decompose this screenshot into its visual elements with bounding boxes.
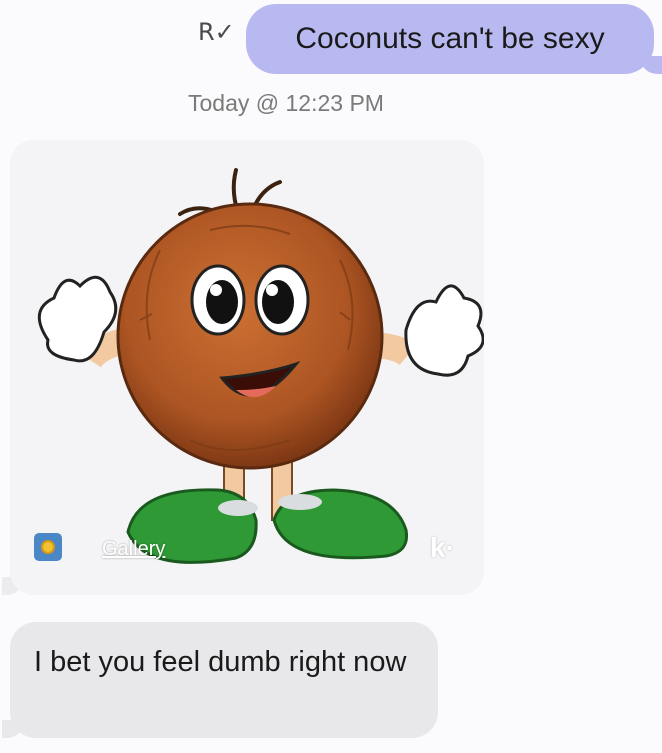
message-timestamp: Today @ 12:23 PM [188,90,384,116]
sent-message-bubble[interactable]: Coconuts can't be sexy [246,4,662,74]
gallery-sunflower-icon[interactable] [34,533,62,561]
sunflower-center [41,540,55,554]
received-message-text: I bet you feel dumb right now [34,646,407,678]
received-message-bubble[interactable]: I bet you feel dumb right now [2,622,438,738]
sent-message-text: Coconuts can't be sexy [295,22,605,55]
image-attachment[interactable]: Gallery k· [10,140,484,595]
gallery-link[interactable]: Gallery [102,538,165,561]
kik-logo-icon: k· [430,532,455,563]
cartoon-coconut-image [10,140,484,595]
read-receipt-icon: R✓ [198,18,235,46]
